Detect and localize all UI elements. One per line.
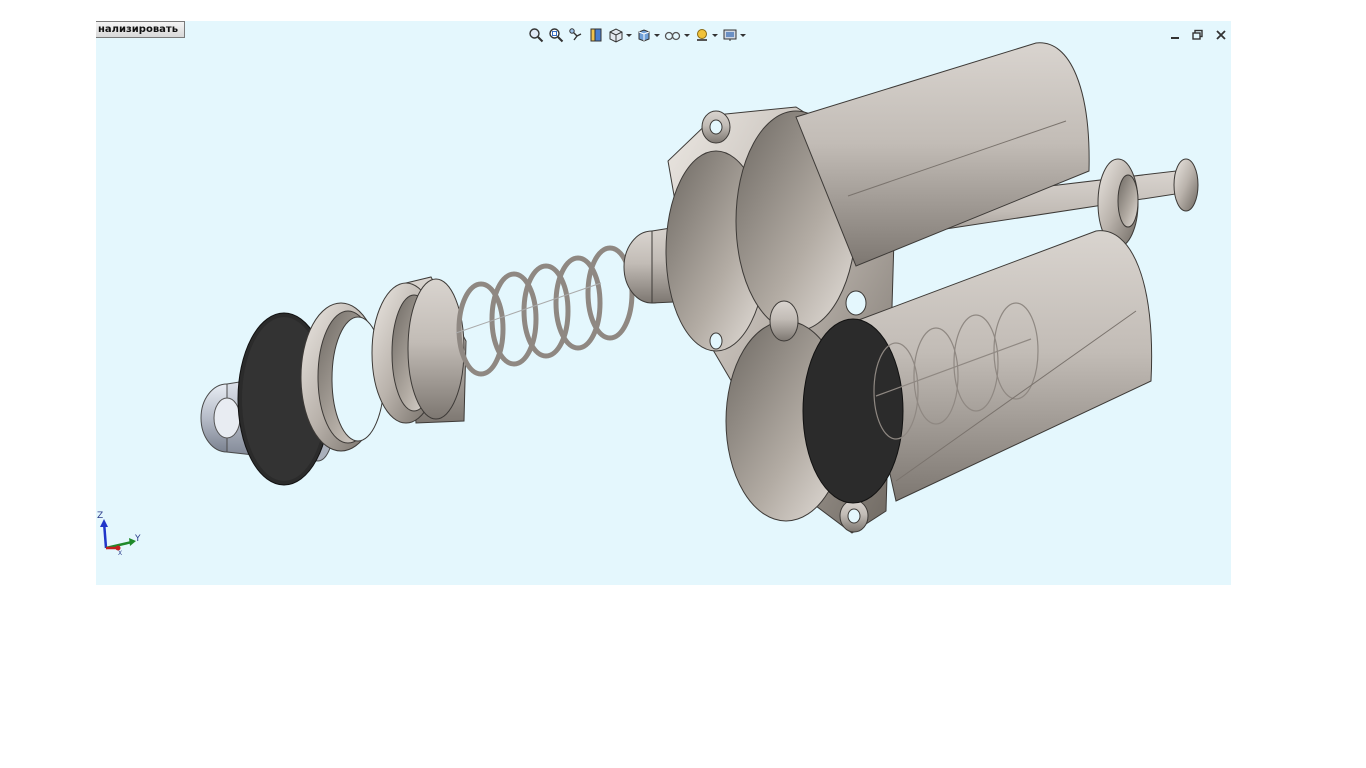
reference-triad: Z Y X <box>97 511 141 556</box>
x-axis-label: X <box>118 550 122 556</box>
z-axis-label: Z <box>97 511 103 521</box>
minimize-icon[interactable] <box>1168 28 1182 42</box>
evaluate-tab-button[interactable]: нализировать <box>96 21 186 38</box>
section-view-icon[interactable] <box>588 26 604 44</box>
3d-model-scene[interactable] <box>96 21 1231 585</box>
view-orientation-icon[interactable] <box>608 26 632 44</box>
restore-icon[interactable] <box>1191 28 1205 42</box>
apply-scene-icon[interactable] <box>722 26 746 44</box>
seal-ring[interactable] <box>300 302 385 452</box>
piston-cup[interactable] <box>371 276 467 424</box>
zoom-to-area-icon[interactable] <box>548 26 564 44</box>
heads-up-view-toolbar <box>528 26 746 44</box>
close-icon[interactable] <box>1214 28 1228 42</box>
window-controls <box>1168 28 1228 42</box>
previous-view-icon[interactable] <box>568 26 584 44</box>
zoom-to-fit-icon[interactable] <box>528 26 544 44</box>
display-style-icon[interactable] <box>636 26 660 44</box>
y-axis-label: Y <box>134 534 141 544</box>
graphics-viewport[interactable] <box>96 21 1231 585</box>
compression-spring[interactable] <box>455 245 635 377</box>
edit-appearance-icon[interactable] <box>694 26 718 44</box>
hide-show-items-icon[interactable] <box>664 26 690 44</box>
